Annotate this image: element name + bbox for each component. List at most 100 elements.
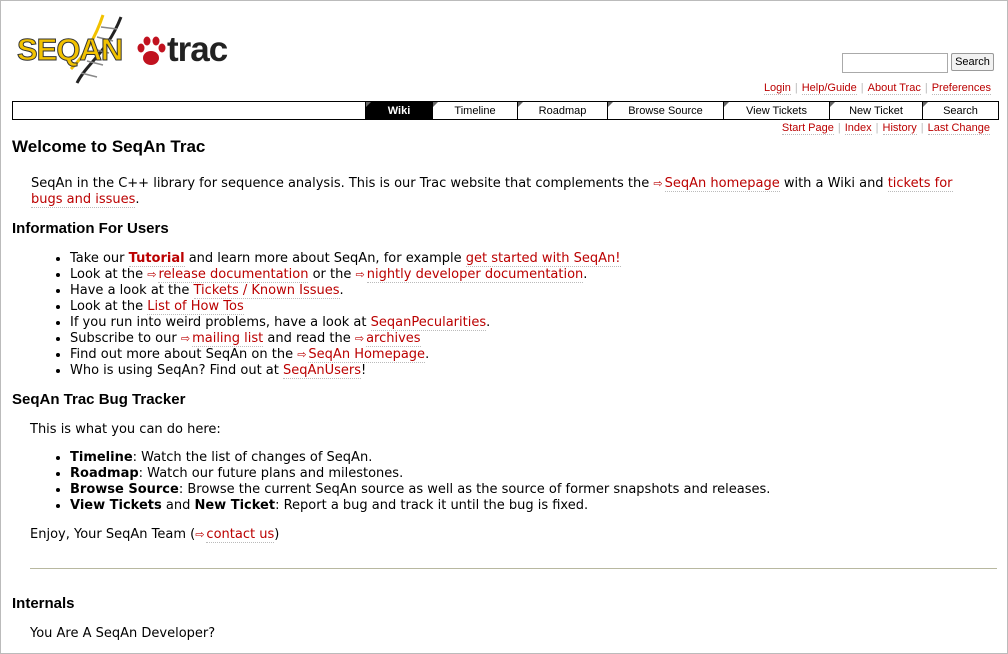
logo-word: SEQAN (16, 32, 123, 68)
external-link-icon: ⇨ (195, 528, 205, 541)
item-text: : Watch our future plans and milestones. (138, 466, 404, 481)
item-text: or the (308, 267, 356, 282)
start-page-link[interactable]: Start Page (781, 122, 834, 135)
item-text: Look at the (70, 299, 148, 314)
seqan-homepage-link-2[interactable]: SeqAn Homepage (308, 347, 426, 363)
list-item: Take our Tutorial and learn more about S… (70, 251, 997, 267)
get-started-link[interactable]: get started with SeqAn! (465, 251, 621, 267)
logo-trac: trac (167, 30, 228, 69)
tab-roadmap-label: Roadmap (538, 104, 587, 117)
item-bold: New Ticket (194, 498, 276, 513)
users-heading: Information For Users (12, 220, 169, 237)
list-item: Timeline: Watch the list of changes of S… (70, 450, 997, 466)
last-change-link[interactable]: Last Change (927, 122, 990, 135)
item-text: : Watch the list of changes of SeqAn. (132, 450, 373, 465)
item-text: ! (361, 363, 367, 378)
item-text: . (425, 347, 430, 362)
release-doc-link[interactable]: release documentation (158, 267, 309, 283)
seqan-users-link[interactable]: SeqAnUsers (283, 363, 362, 379)
list-item: Look at the List of How Tos (70, 299, 997, 315)
users-list: Take our Tutorial and learn more about S… (12, 251, 997, 379)
list-item: Have a look at the Tickets / Known Issue… (70, 283, 997, 299)
tab-timeline[interactable]: Timeline (432, 102, 517, 119)
search-button[interactable]: Search (951, 53, 994, 71)
item-text: If you run into weird problems, have a l… (70, 315, 371, 330)
external-link-icon: ⇨ (354, 332, 365, 345)
archives-link[interactable]: archives (366, 331, 421, 347)
item-text: Find out more about SeqAn on the (70, 347, 298, 362)
tab-browse-source[interactable]: Browse Source (607, 102, 723, 119)
about-trac-link[interactable]: About Trac (867, 82, 921, 95)
list-item: View Tickets and New Ticket: Report a bu… (70, 498, 997, 514)
tab-roadmap[interactable]: Roadmap (517, 102, 607, 119)
item-text: Have a look at the (70, 283, 194, 298)
external-link-icon: ⇨ (297, 348, 307, 361)
external-link-icon: ⇨ (180, 332, 191, 345)
tab-wiki[interactable]: Wiki (365, 102, 432, 119)
list-item: Who is using SeqAn? Find out at SeqAnUse… (70, 363, 997, 379)
intro-paragraph: SeqAn in the C++ library for sequence an… (31, 176, 997, 208)
section-divider (30, 568, 997, 569)
item-text: : Report a bug and track it until the bu… (275, 498, 589, 513)
external-link-icon: ⇨ (653, 177, 663, 190)
tab-timeline-label: Timeline (454, 104, 496, 117)
item-text: Who is using SeqAn? Find out at (70, 363, 283, 378)
paw-icon (137, 36, 166, 65)
intro-text: SeqAn in the C++ library for sequence an… (31, 176, 654, 191)
nightly-doc-link[interactable]: nightly developer documentation (366, 267, 584, 283)
help-guide-link[interactable]: Help/Guide (801, 82, 857, 95)
list-item: Subscribe to our ⇨mailing list and read … (70, 331, 997, 347)
tab-new-ticket-label: New Ticket (849, 104, 903, 117)
item-bold: Roadmap (70, 466, 139, 481)
list-item: Find out more about SeqAn on the ⇨SeqAn … (70, 347, 997, 363)
enjoy-text: Enjoy, Your SeqAn Team ( (30, 527, 196, 542)
index-link[interactable]: Index (844, 122, 872, 135)
tab-view-tickets-label: View Tickets (746, 104, 807, 117)
meta-navigation: Login | Help/Guide | About Trac | Preferences (763, 82, 991, 95)
item-text: Look at the (70, 267, 148, 282)
enjoy-text-2: ) (274, 527, 280, 542)
peculiarities-link[interactable]: SeqanPecularities (370, 315, 487, 331)
list-item: Roadmap: Watch our future plans and mile… (70, 466, 997, 482)
list-item: Browse Source: Browse the current SeqAn … (70, 482, 997, 498)
list-item: If you run into weird problems, have a l… (70, 315, 997, 331)
item-text: and (161, 498, 195, 513)
item-text: . (583, 267, 588, 282)
contact-us-link[interactable]: contact us (206, 527, 275, 543)
tab-search[interactable]: Search (922, 102, 998, 119)
enjoy-paragraph: Enjoy, Your SeqAn Team (⇨ contact us) (30, 527, 997, 543)
search-input[interactable] (842, 53, 948, 73)
tab-wiki-label: Wiki (387, 104, 411, 117)
tab-search-label: Search (943, 104, 978, 117)
item-text: Take our (70, 251, 129, 266)
item-text: : Browse the current SeqAn source as wel… (178, 482, 771, 497)
tab-new-ticket[interactable]: New Ticket (829, 102, 922, 119)
tutorial-link[interactable]: Tutorial (128, 251, 185, 267)
how-tos-link[interactable]: List of How Tos (147, 299, 244, 315)
tab-browse-source-label: Browse Source (628, 104, 703, 117)
external-link-icon: ⇨ (355, 268, 365, 281)
history-link[interactable]: History (882, 122, 917, 135)
login-link[interactable]: Login (763, 82, 791, 95)
item-text: . (339, 283, 344, 298)
known-issues-link[interactable]: Tickets / Known Issues (193, 283, 340, 299)
seqan-homepage-link[interactable]: SeqAn homepage (664, 176, 780, 192)
tickets-link[interactable]: tickets for (887, 176, 953, 192)
seqan-trac-logo[interactable]: SEQAN trac (16, 13, 229, 85)
list-item: Look at the ⇨release documentation or th… (70, 267, 997, 283)
item-bold: View Tickets (70, 498, 162, 513)
wiki-content: Welcome to SeqAn Trac SeqAn in the C++ l… (12, 137, 997, 543)
item-bold: Timeline (70, 450, 133, 465)
internals-text: You Are A SeqAn Developer? (30, 626, 216, 641)
mailing-list-link[interactable]: mailing list (192, 331, 264, 347)
external-link-icon: ⇨ (147, 268, 157, 281)
bug-list: Timeline: Watch the list of changes of S… (12, 450, 997, 514)
tab-view-tickets[interactable]: View Tickets (723, 102, 829, 119)
main-navigation: Wiki Timeline Roadmap Browse Source View… (12, 101, 999, 120)
item-text: . (486, 315, 491, 330)
preferences-link[interactable]: Preferences (931, 82, 991, 95)
bugs-issues-link[interactable]: bugs and issues (31, 192, 136, 208)
item-bold: Browse Source (70, 482, 179, 497)
item-text: and read the (263, 331, 355, 346)
